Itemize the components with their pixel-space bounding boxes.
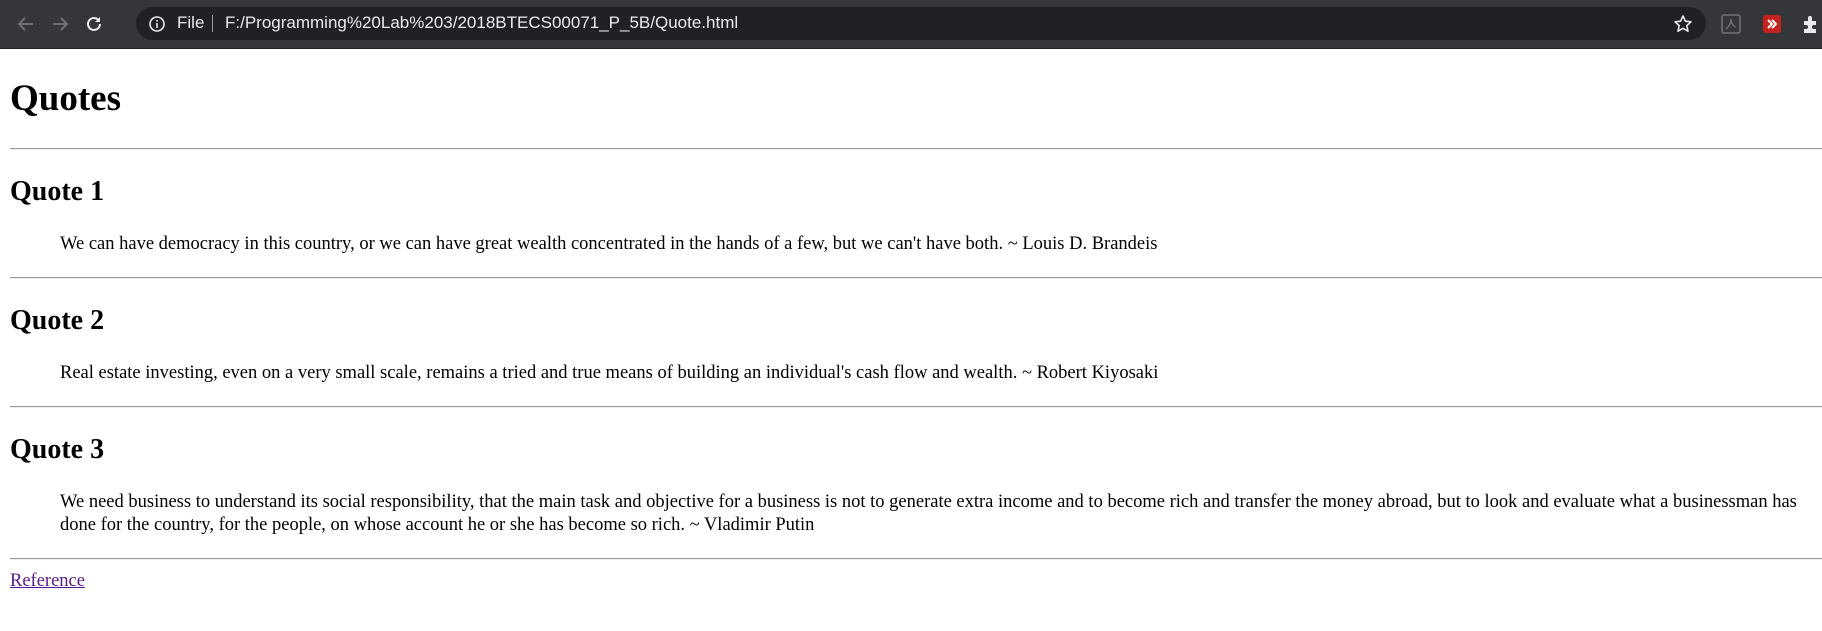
pdf-extension-button[interactable] [1720,13,1742,35]
bookmark-button[interactable] [1673,14,1693,34]
address-url[interactable]: F:/Programming%20Lab%203/2018BTECS00071_… [225,13,738,33]
reload-icon [87,16,101,31]
back-button[interactable] [14,12,38,36]
quote-3-title: Quote 3 [10,434,105,465]
extensions-button[interactable] [1800,13,1822,35]
forward-button[interactable] [48,12,72,36]
page-content: Quotes Quote 1 We can have democracy in … [0,49,1822,631]
red-extension-icon [1763,15,1781,33]
reload-button[interactable] [82,12,106,36]
site-info-button[interactable] [148,15,166,33]
divider [10,148,1822,150]
red-extension-button[interactable] [1761,13,1783,35]
pdf-extension-icon [1721,14,1741,34]
star-icon [1674,15,1692,32]
divider [10,558,1822,560]
quote-3-text: We need business to understand its socia… [60,492,1797,535]
address-bar[interactable]: File F:/Programming%20Lab%203/2018BTECS0… [136,7,1706,40]
browser-toolbar: File F:/Programming%20Lab%203/2018BTECS0… [0,0,1822,49]
back-arrow-icon [17,17,33,31]
reference-link[interactable]: Reference [10,571,85,592]
puzzle-extensions-icon [1804,16,1816,33]
quote-1-title: Quote 1 [10,176,105,207]
divider [10,277,1822,279]
info-icon [149,16,165,32]
address-separator [212,15,213,32]
quote-1-text: We can have democracy in this country, o… [60,234,1158,254]
quote-2-title: Quote 2 [10,305,105,336]
address-scheme: File [177,13,205,32]
quote-2-text: Real estate investing, even on a very sm… [60,363,1159,383]
forward-arrow-icon [53,17,69,31]
page-title: Quotes [10,78,121,119]
divider [10,406,1822,408]
